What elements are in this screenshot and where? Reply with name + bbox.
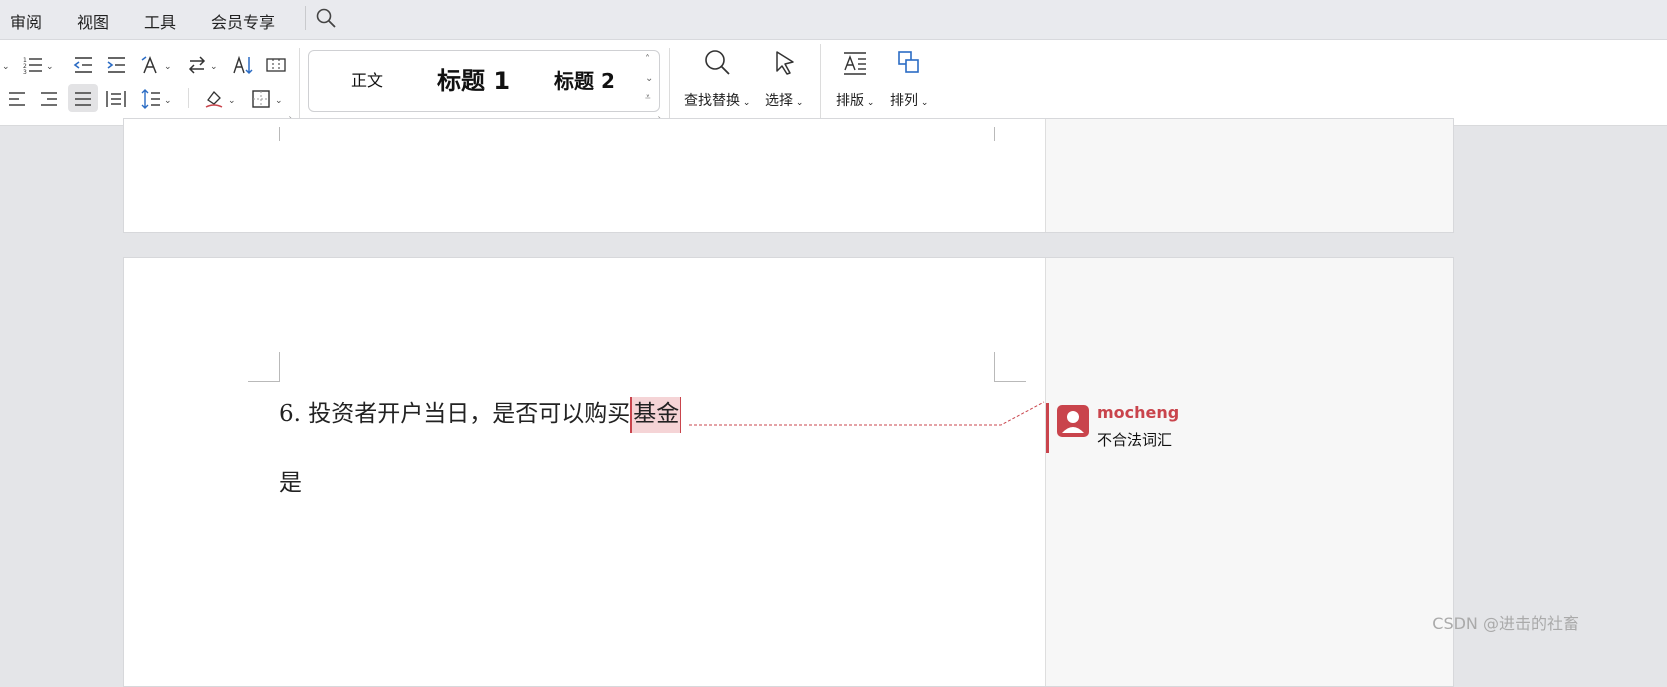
chevron-down-icon[interactable]: ⌄: [164, 96, 172, 106]
gallery-scroll-up-icon[interactable]: ˄: [645, 54, 650, 65]
menu-divider: [305, 6, 306, 30]
comment-text: 不合法词汇: [1097, 431, 1173, 449]
arrange-label: 排列: [890, 93, 918, 109]
crop-mark: [994, 381, 1026, 382]
arrange-objects-icon: [894, 48, 924, 78]
layout-button[interactable]: 排版 ⌄: [836, 48, 874, 110]
text-swap-icon[interactable]: [186, 54, 208, 76]
shading-icon[interactable]: [203, 88, 225, 110]
align-right-icon[interactable]: [38, 88, 60, 110]
ribbon-divider: [669, 48, 670, 118]
menu-view[interactable]: 视图: [77, 9, 109, 33]
decrease-indent-icon[interactable]: [72, 54, 94, 76]
style-heading-2[interactable]: 标题 2: [554, 51, 615, 111]
sort-icon[interactable]: [232, 54, 254, 76]
comment-pane: [1045, 258, 1453, 686]
align-left-icon[interactable]: [6, 88, 28, 110]
numbered-list-icon[interactable]: 123: [22, 54, 44, 76]
document-page: 6. 投资者开户当日，是否可以购买 基金 是 mocheng 不合法词汇: [123, 257, 1454, 687]
menu-tools[interactable]: 工具: [144, 9, 176, 33]
justify-icon[interactable]: [72, 88, 94, 110]
find-replace-button[interactable]: 查找替换 ⌄: [684, 48, 750, 110]
answer-paragraph[interactable]: 是: [279, 463, 302, 497]
crop-mark: [994, 352, 995, 382]
crop-mark: [994, 127, 995, 141]
comment-pane: [1045, 119, 1453, 232]
style-gallery: 正文 标题 1 标题 2 ˄ ⌄ ⩡: [308, 50, 660, 112]
question-paragraph[interactable]: 6. 投资者开户当日，是否可以购买 基金: [279, 394, 682, 433]
svg-text:3: 3: [23, 69, 27, 76]
crop-mark: [248, 381, 280, 382]
text-direction-icon[interactable]: [140, 54, 162, 76]
select-button[interactable]: 选择 ⌄: [765, 48, 803, 110]
question-text: 6. 投资者开户当日，是否可以购买: [279, 401, 631, 427]
watermark: CSDN @进击的社畜: [1432, 614, 1579, 633]
search-icon[interactable]: [315, 7, 337, 29]
comment-card[interactable]: mocheng 不合法词汇: [1046, 403, 1309, 453]
chevron-down-icon[interactable]: ⌄: [275, 96, 283, 106]
menu-bar: 审阅 视图 工具 会员专享: [0, 0, 1667, 40]
layout-label: 排版: [836, 93, 864, 109]
text-layout-icon: [840, 48, 870, 78]
chevron-down-icon[interactable]: ⌄: [46, 62, 54, 72]
menu-member[interactable]: 会员专享: [211, 9, 275, 33]
chevron-down-icon[interactable]: ⌄: [228, 96, 236, 106]
crop-mark: [279, 127, 280, 141]
ribbon-divider: [299, 48, 300, 118]
chevron-down-icon[interactable]: ⌄: [2, 62, 10, 72]
style-heading-1[interactable]: 标题 1: [437, 51, 510, 111]
ribbon-divider: [188, 88, 189, 108]
chevron-down-icon[interactable]: ⌄: [210, 62, 218, 72]
increase-indent-icon[interactable]: [105, 54, 127, 76]
crop-mark: [279, 352, 280, 382]
ribbon-toolbar: ⌄ 123 ⌄ ⌄ ⌄ ⌄ ⌄ ⌄ ↘: [0, 40, 1667, 126]
distributed-align-icon[interactable]: [105, 88, 127, 110]
cursor-arrow-icon: [769, 48, 799, 78]
user-avatar-icon: [1057, 405, 1089, 437]
comment-connector-line: [689, 401, 1045, 426]
select-label: 选择: [765, 93, 793, 109]
magnifier-icon: [702, 48, 732, 78]
commented-text[interactable]: 基金: [630, 397, 682, 433]
find-replace-label: 查找替换: [684, 93, 740, 109]
chevron-down-icon[interactable]: ⌄: [164, 62, 172, 72]
ribbon-divider: [820, 44, 821, 122]
gallery-expand-icon[interactable]: ⩡: [645, 92, 651, 103]
column-spacing-icon[interactable]: [265, 54, 287, 76]
style-normal[interactable]: 正文: [351, 51, 383, 111]
menu-review[interactable]: 审阅: [10, 9, 42, 33]
gallery-scroll-down-icon[interactable]: ⌄: [645, 73, 653, 84]
arrange-button[interactable]: 排列 ⌄: [890, 48, 928, 110]
comment-author: mocheng: [1097, 403, 1180, 422]
line-spacing-icon[interactable]: [140, 88, 162, 110]
document-page-previous: [123, 118, 1454, 233]
border-icon[interactable]: [250, 88, 272, 110]
